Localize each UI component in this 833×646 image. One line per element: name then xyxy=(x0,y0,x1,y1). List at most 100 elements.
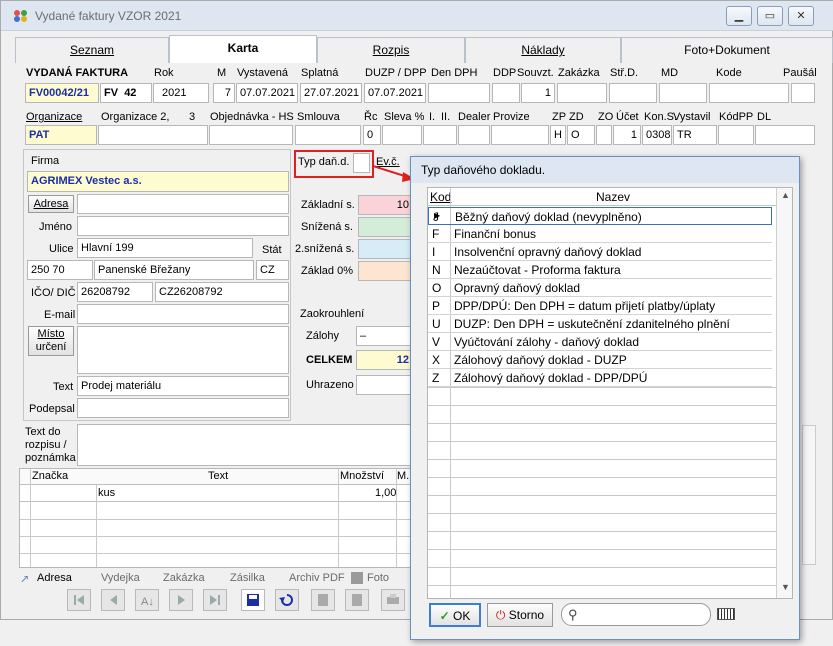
sleva-field[interactable] xyxy=(382,125,422,145)
tab-karta[interactable]: Karta xyxy=(169,35,317,63)
copy-button[interactable] xyxy=(345,589,369,611)
link-vydejka[interactable]: Vydejka xyxy=(101,572,140,584)
list-item[interactable]: X Zálohový daňový doklad - DUZP xyxy=(428,351,772,369)
typ-dan-field[interactable] xyxy=(353,153,370,173)
psc-field[interactable]: 250 70 xyxy=(27,260,93,280)
snizena2-field[interactable] xyxy=(358,239,413,259)
maximize-button[interactable]: ▭ xyxy=(757,6,783,26)
label-firma: Firma xyxy=(31,155,60,167)
list-item[interactable]: Z Zálohový daňový doklad - DPP/DPÚ xyxy=(428,369,772,387)
kons-field[interactable]: 0308 xyxy=(642,125,672,145)
adresa-field[interactable] xyxy=(77,194,289,214)
provize-field[interactable] xyxy=(491,125,549,145)
link-zakazka[interactable]: Zakázka xyxy=(163,572,205,584)
tab-naklady[interactable]: Náklady xyxy=(465,37,621,63)
ico-field[interactable]: 26208792 xyxy=(77,282,153,302)
list-item[interactable]: O Opravný daňový doklad xyxy=(428,279,772,297)
last-record-button[interactable] xyxy=(203,589,227,611)
zakazka-field[interactable] xyxy=(557,83,607,103)
list-item[interactable]: F Finanční bonus xyxy=(428,225,772,243)
zalohy-field[interactable]: – xyxy=(356,326,413,346)
list-item[interactable]: I Insolvenční opravný daňový doklad xyxy=(428,243,772,261)
ulice-field[interactable]: Hlavní 199 xyxy=(77,238,253,258)
main-scrollbar[interactable] xyxy=(802,425,816,565)
link-foto[interactable]: Foto xyxy=(367,572,389,584)
link-archiv-pdf[interactable]: Archiv PDF xyxy=(289,572,345,584)
scroll-down-icon[interactable]: ▼ xyxy=(781,582,790,592)
table-row[interactable]: kus 1,00 xyxy=(20,485,414,502)
kode-field[interactable] xyxy=(709,83,789,103)
close-button[interactable]: ✕ xyxy=(788,6,814,26)
text-do-rozpisu-field[interactable] xyxy=(77,424,417,466)
list-item[interactable]: P DPP/DPÚ: Den DPH = datum přijetí platby… xyxy=(428,297,772,315)
list-item[interactable]: J Běžný daňový doklad (nevyplněno) xyxy=(428,207,772,225)
strd-field[interactable] xyxy=(609,83,657,103)
pausal-field[interactable] xyxy=(791,83,815,103)
duzp-field[interactable]: 07.07.2021 xyxy=(364,83,426,103)
smlouva-field[interactable] xyxy=(295,125,361,145)
organizace-field[interactable]: PAT xyxy=(25,125,97,145)
series-field[interactable]: FV 42 xyxy=(100,83,152,103)
objednavka-field[interactable] xyxy=(209,125,293,145)
mesto-field[interactable]: Panenské Břežany xyxy=(94,260,254,280)
ok-button[interactable]: ✓ OK xyxy=(429,603,481,627)
text-field[interactable]: Prodej materiálu xyxy=(77,376,289,396)
snizena-field[interactable] xyxy=(358,217,413,237)
misto-urceni-button[interactable]: Místo určení xyxy=(28,326,74,356)
tab-foto-dokument[interactable]: Foto+Dokument xyxy=(621,37,833,63)
firma-name-field[interactable]: AGRIMEX Vestec a.s. xyxy=(27,171,289,192)
prev-record-button[interactable] xyxy=(101,589,125,611)
dl-field[interactable] xyxy=(755,125,815,145)
misto-urceni-field[interactable] xyxy=(77,326,289,374)
dealer-field[interactable] xyxy=(458,125,490,145)
print-button[interactable] xyxy=(381,589,405,611)
list-item[interactable]: N Nezaúčtovat - Proforma faktura xyxy=(428,261,772,279)
list-item[interactable]: U DUZP: Den DPH = uskutečnění zdanitelnéh… xyxy=(428,315,772,333)
barcode-icon[interactable] xyxy=(717,608,735,620)
due-date-field[interactable]: 27.07.2021 xyxy=(300,83,362,103)
rc-field[interactable]: 0 xyxy=(363,125,381,145)
ucet-field[interactable]: 1 xyxy=(613,125,641,145)
souvzt-field[interactable]: 1 xyxy=(521,83,555,103)
list-item[interactable]: V Vyúčtování zálohy - daňový doklad xyxy=(428,333,772,351)
search-input[interactable]: ⚲ xyxy=(561,603,711,626)
first-record-button[interactable] xyxy=(67,589,91,611)
celkem-field[interactable]: 12 xyxy=(356,350,413,370)
invoice-number-field[interactable]: FV00042/21 xyxy=(25,83,99,103)
sort-button[interactable]: A↓ xyxy=(135,589,159,611)
podepsal-field[interactable] xyxy=(77,398,289,418)
vystavil-field[interactable]: TR xyxy=(673,125,717,145)
link-adresa[interactable]: Adresa xyxy=(37,572,72,584)
link-zasilka[interactable]: Zásilka xyxy=(230,572,265,584)
sleva-ii-field[interactable] xyxy=(423,125,457,145)
tab-seznam[interactable]: Seznam xyxy=(15,37,169,63)
organizace-2-field[interactable] xyxy=(98,125,208,145)
den-dph-field[interactable] xyxy=(428,83,490,103)
ddp-field[interactable] xyxy=(492,83,520,103)
zp-field[interactable]: H xyxy=(550,125,566,145)
tab-rozpis[interactable]: Rozpis xyxy=(317,37,465,63)
stat-field[interactable]: CZ xyxy=(256,260,289,280)
save-button[interactable] xyxy=(241,589,265,611)
delete-button[interactable] xyxy=(311,589,335,611)
undo-button[interactable] xyxy=(275,589,299,611)
year-field[interactable]: 2021 xyxy=(153,83,209,103)
dic-field[interactable]: CZ26208792 xyxy=(155,282,289,302)
email-field[interactable] xyxy=(77,304,289,324)
issue-date-field[interactable]: 07.07.2021 xyxy=(236,83,298,103)
md-field[interactable] xyxy=(659,83,707,103)
storno-button[interactable]: ⏻ Storno xyxy=(487,603,553,627)
zaklad0-field[interactable] xyxy=(358,261,413,281)
zakladni-field[interactable]: 10 xyxy=(358,195,413,215)
jmeno-field[interactable] xyxy=(77,216,289,236)
kodpp-field[interactable] xyxy=(718,125,754,145)
next-record-button[interactable] xyxy=(169,589,193,611)
uhrazeno-field[interactable] xyxy=(356,375,413,395)
minimize-button[interactable]: ▁ xyxy=(726,6,752,26)
zd-field[interactable]: O xyxy=(567,125,595,145)
zo-field[interactable] xyxy=(596,125,612,145)
month-field[interactable]: 7 xyxy=(213,83,235,103)
adresa-button[interactable]: Adresa xyxy=(28,195,74,213)
dialog-scrollbar[interactable]: ▲ ▼ xyxy=(776,188,792,598)
scroll-up-icon[interactable]: ▲ xyxy=(781,190,790,200)
